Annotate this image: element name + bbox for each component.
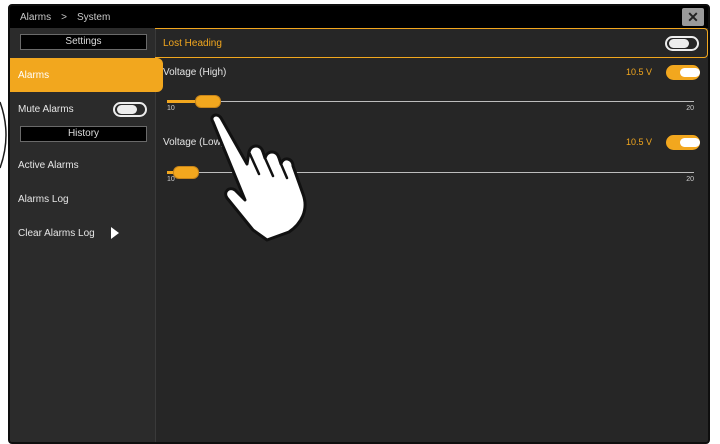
device-screen: Alarms > System ✕ Settings Alarms Mute A… bbox=[8, 4, 710, 444]
slider-max-label: 20 bbox=[686, 176, 694, 183]
voltage-high-label: Voltage (High) bbox=[163, 66, 227, 78]
sidebar-item-label: Alarms Log bbox=[18, 193, 69, 205]
slider-min-label: 10 bbox=[167, 105, 175, 112]
slider-thumb[interactable] bbox=[195, 95, 221, 108]
pointing-hand-icon bbox=[210, 113, 307, 242]
device-edge-outline bbox=[0, 101, 7, 169]
breadcrumb-separator: > bbox=[61, 11, 67, 23]
sidebar: Settings Alarms Mute Alarms History Acti… bbox=[10, 28, 163, 442]
close-icon: ✕ bbox=[687, 9, 699, 25]
slider-thumb[interactable] bbox=[173, 166, 199, 179]
voltage-high-toggle[interactable] bbox=[666, 64, 700, 80]
breadcrumb: Alarms > System bbox=[20, 10, 110, 24]
sidebar-item-label: Mute Alarms bbox=[18, 103, 74, 115]
sidebar-item-alarms-log[interactable]: Alarms Log bbox=[10, 182, 155, 216]
mute-alarms-toggle[interactable] bbox=[113, 101, 147, 117]
voltage-high-row[interactable]: Voltage (High) 10.5 V bbox=[155, 58, 708, 86]
slider-track bbox=[167, 101, 694, 102]
sidebar-item-clear-alarms-log[interactable]: Clear Alarms Log bbox=[10, 216, 155, 250]
breadcrumb-system[interactable]: System bbox=[77, 12, 110, 23]
voltage-high-slider[interactable]: 10 20 bbox=[167, 92, 694, 112]
sidebar-item-label: Alarms bbox=[18, 69, 50, 81]
voltage-low-value: 10.5 V bbox=[625, 137, 652, 147]
top-bar: Alarms > System ✕ bbox=[10, 6, 708, 28]
sidebar-item-label: Clear Alarms Log bbox=[18, 227, 95, 239]
chevron-right-icon bbox=[110, 227, 119, 239]
lost-heading-label: Lost Heading bbox=[163, 37, 222, 49]
voltage-high-value: 10.5 V bbox=[625, 67, 652, 77]
lost-heading-toggle[interactable] bbox=[665, 35, 699, 51]
slider-min-label: 10 bbox=[167, 176, 175, 183]
sidebar-item-active-alarms[interactable]: Active Alarms bbox=[10, 148, 155, 182]
history-header: History bbox=[20, 126, 147, 142]
lost-heading-row[interactable]: Lost Heading bbox=[155, 28, 708, 58]
slider-max-label: 20 bbox=[686, 105, 694, 112]
sidebar-item-mute-alarms[interactable]: Mute Alarms bbox=[10, 92, 155, 126]
voltage-low-toggle[interactable] bbox=[666, 134, 700, 150]
sidebar-item-label: Active Alarms bbox=[18, 159, 79, 171]
settings-header: Settings bbox=[20, 34, 147, 50]
breadcrumb-alarms[interactable]: Alarms bbox=[20, 12, 51, 23]
close-button[interactable]: ✕ bbox=[682, 8, 704, 26]
sidebar-item-alarms[interactable]: Alarms bbox=[10, 58, 163, 92]
